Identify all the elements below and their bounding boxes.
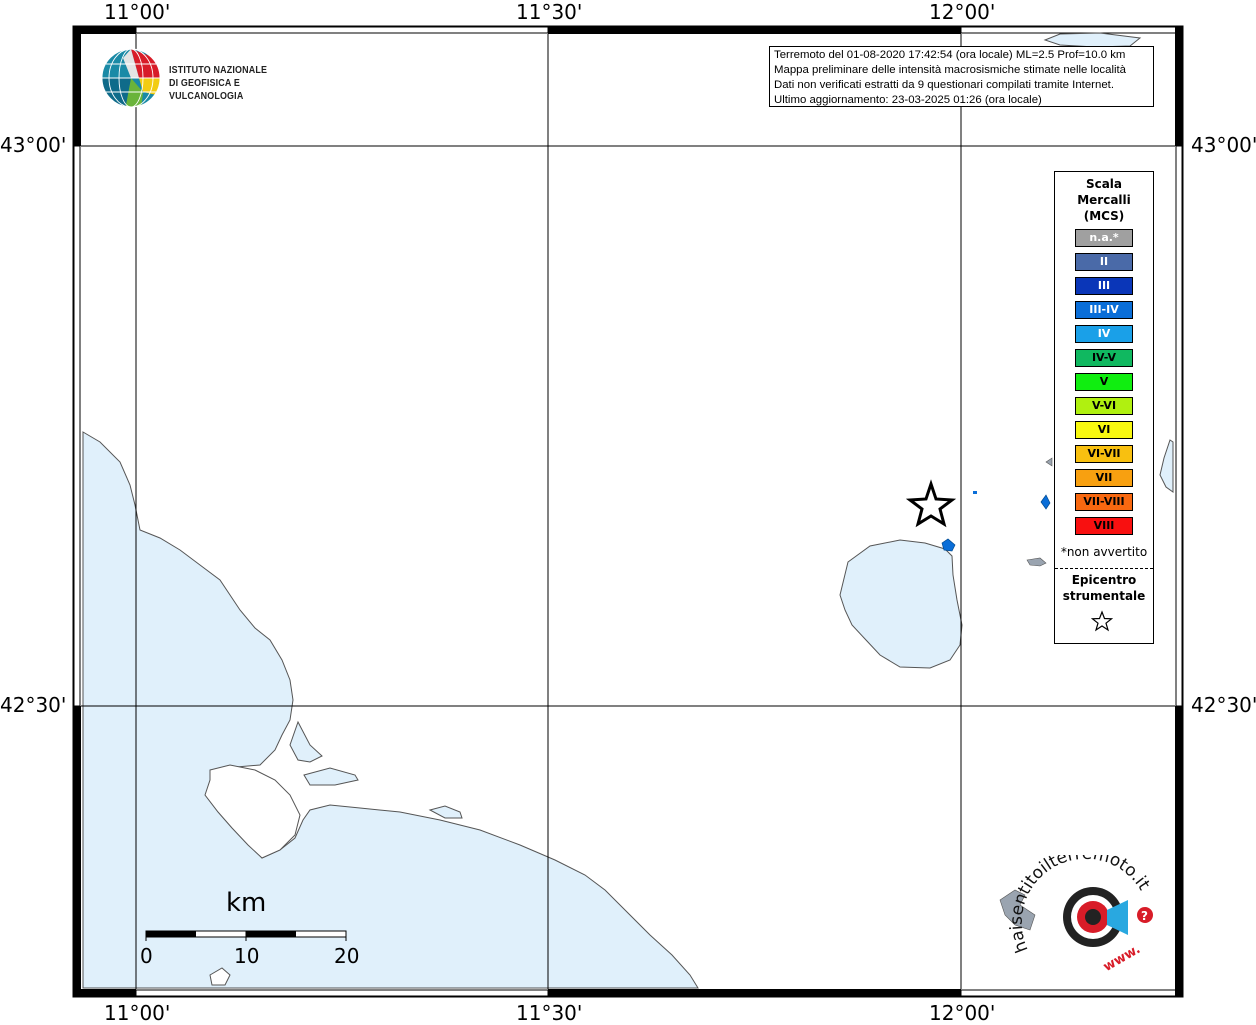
legend-item: III [1075,277,1133,295]
legend-title-line: Scala [1085,177,1123,191]
legend-epicenter-line: Epicentro [1071,573,1137,587]
event-info-box: Terremoto del 01-08-2020 17:42:54 (ora l… [769,46,1154,107]
legend-item: II [1075,253,1133,271]
mcs-legend: Scala Mercalli (MCS) n.a.* II III III-IV IV I… [1054,171,1154,644]
legend-item: VII-VIII [1075,493,1133,511]
legend-title: Scala Mercalli (MCS) [1055,176,1153,224]
locality-intensity-marker[interactable] [941,538,956,552]
legend-note: *non avvertito [1060,545,1148,559]
legend-item: IV [1075,325,1133,343]
svg-text:?: ? [1141,909,1148,923]
legend-separator [1055,568,1153,569]
legend-star-icon [1091,610,1113,632]
bottom-lon-label: 11°00' [104,1001,171,1025]
legend-title-line: (MCS) [1083,209,1125,223]
legend-item: VIII [1075,517,1133,535]
legend-title-line: Mercalli [1077,193,1131,207]
scale-bar-label: 0 [140,944,153,968]
ingv-logo: ISTITUTO NAZIONALE DI GEOFISICA E VULCAN… [101,48,331,110]
intensity-markers [941,491,1051,552]
event-info-line: Mappa preliminare delle intensità macros… [774,64,1127,76]
haisentito-logo[interactable]: ? haisentitoilterremoto.it www. [993,855,1163,975]
locality-intensity-marker[interactable] [1040,494,1051,510]
event-info-line: Terremoto del 01-08-2020 17:42:54 (ora l… [774,49,1126,61]
legend-item: VI-VII [1075,445,1133,463]
ingv-globe-icon [101,48,161,108]
ingv-name-line1: ISTITUTO NAZIONALE [169,64,268,76]
locality-intensity-marker[interactable] [973,491,977,494]
legend-item: V [1075,373,1133,391]
right-lat-label: 43°00' [1191,133,1256,157]
scale-bar-label: 10 [234,944,260,968]
sea-area [82,32,1174,989]
left-lat-label: 42°30' [0,693,67,717]
left-lat-label: 43°00' [0,133,67,157]
legend-item: IV-V [1075,349,1133,367]
legend-item: V-VI [1075,397,1133,415]
right-lat-label: 42°30' [1191,693,1256,717]
scale-bar-title: km [226,888,267,918]
legend-item: VI [1075,421,1133,439]
legend-item: n.a.* [1075,229,1133,247]
haisentito-www: www. [1101,942,1143,975]
epicenter-star-icon[interactable] [905,479,957,528]
event-info-line: Dati non verificati estratti da 9 questi… [774,79,1114,91]
bottom-lon-label: 12°00' [929,1001,996,1025]
ingv-name-line2: DI GEOFISICA E VULCANOLOGIA [169,77,244,102]
legend-epicenter-line: strumentale [1062,589,1146,603]
legend-epicenter-label: Epicentro strumentale [1055,572,1153,604]
legend-item: III-IV [1075,301,1133,319]
event-info-line: Ultimo aggiornamento: 23-03-2025 01:26 (… [774,94,1042,106]
top-lon-label: 12°00' [929,0,996,24]
legend-item: VII [1075,469,1133,487]
scale-bar-label: 20 [334,944,360,968]
bottom-lon-label: 11°30' [516,1001,583,1025]
top-lon-label: 11°00' [104,0,171,24]
top-lon-label: 11°30' [516,0,583,24]
